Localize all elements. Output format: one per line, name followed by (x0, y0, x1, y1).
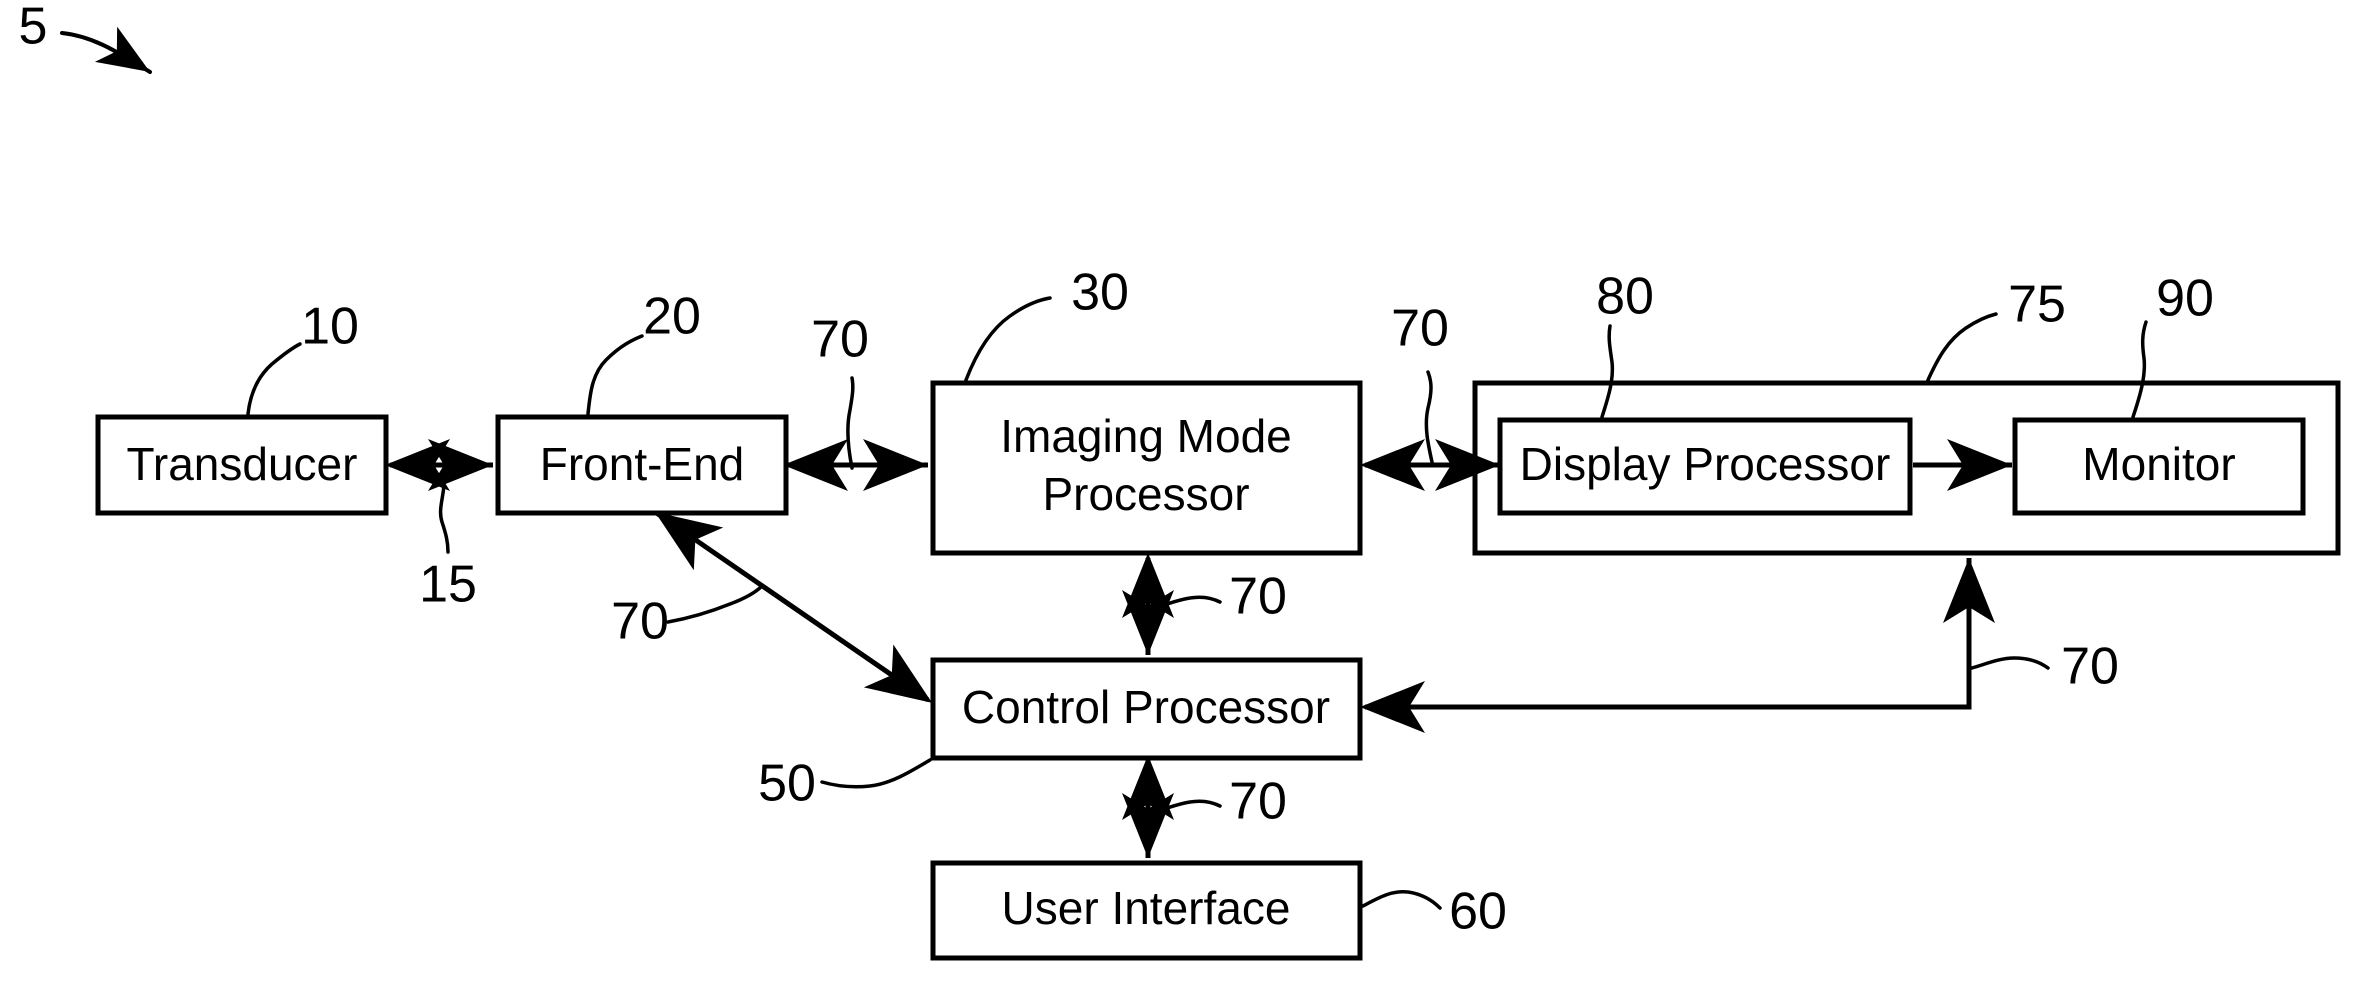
ref-label-display-group: 75 (2008, 276, 2066, 334)
block-diagram: 5 Transducer 10 15 Front-End 20 70 Imagi… (19, 0, 2341, 961)
leader-bus-control-front-end (666, 584, 764, 624)
ref-label-monitor: 90 (2156, 270, 2214, 328)
leader-bus-front-end-imaging (846, 376, 855, 470)
control-processor-label: Control Processor (962, 681, 1330, 733)
connector-control-processor-front-end (653, 509, 933, 703)
imaging-mode-processor-label-line1: Imaging Mode (1000, 410, 1292, 462)
ref-label-display-processor: 80 (1596, 268, 1654, 326)
block-front-end[interactable]: Front-End (495, 414, 789, 516)
ref-label-control-processor: 50 (758, 755, 816, 813)
ref-label-bus-imaging-display: 70 (1391, 300, 1449, 358)
ref-label-bus-front-end-imaging: 70 (811, 311, 869, 369)
leader-transducer (246, 342, 302, 416)
leader-bus-control-user-interface (1150, 799, 1222, 814)
ref-label-bus-imaging-control: 70 (1229, 568, 1287, 626)
display-processor-label: Display Processor (1520, 438, 1891, 490)
imaging-mode-processor-label-line2: Processor (1042, 468, 1249, 520)
ref-label-bus-control-front-end: 70 (611, 593, 669, 651)
monitor-label: Monitor (2082, 438, 2235, 490)
connector-display-group-control-processor (1360, 558, 1995, 733)
leader-imaging-mode (964, 296, 1052, 382)
leader-bus-display-group-control (1970, 656, 2050, 670)
leader-user-interface (1361, 889, 1442, 910)
ref-label-transducer: 10 (301, 298, 359, 356)
user-interface-label: User Interface (1002, 882, 1291, 934)
ref-label-imaging-mode: 30 (1071, 264, 1129, 322)
leader-display-group (1926, 312, 1998, 382)
block-monitor[interactable]: Monitor (2012, 417, 2306, 516)
leader-transducer-link (438, 470, 450, 554)
leader-bus-imaging-display (1424, 370, 1434, 464)
ref-label-front-end: 20 (643, 288, 701, 346)
front-end-label: Front-End (540, 438, 745, 490)
block-control-processor[interactable]: Control Processor (930, 657, 1363, 761)
block-imaging-mode-processor[interactable]: Imaging Mode Processor (930, 380, 1363, 556)
figure-ref-label: 5 (19, 0, 48, 56)
leader-monitor (2131, 320, 2148, 419)
leader-bus-imaging-control (1150, 595, 1222, 610)
block-display-processor[interactable]: Display Processor (1497, 417, 1913, 516)
ref-label-bus-control-user-interface: 70 (1229, 773, 1287, 831)
leader-control-processor (820, 758, 932, 789)
ref-label-user-interface: 60 (1449, 883, 1507, 941)
transducer-label: Transducer (127, 438, 358, 490)
patent-figure-canvas: 5 Transducer 10 15 Front-End 20 70 Imagi… (0, 0, 2367, 1001)
leader-display-processor (1600, 324, 1615, 419)
ref-label-bus-display-group-control: 70 (2061, 638, 2119, 696)
ref-label-transducer-link: 15 (419, 556, 477, 614)
block-user-interface[interactable]: User Interface (930, 860, 1363, 961)
leader-front-end (586, 334, 644, 416)
block-transducer[interactable]: Transducer (95, 414, 389, 516)
figure-ref-arrow (60, 26, 152, 74)
